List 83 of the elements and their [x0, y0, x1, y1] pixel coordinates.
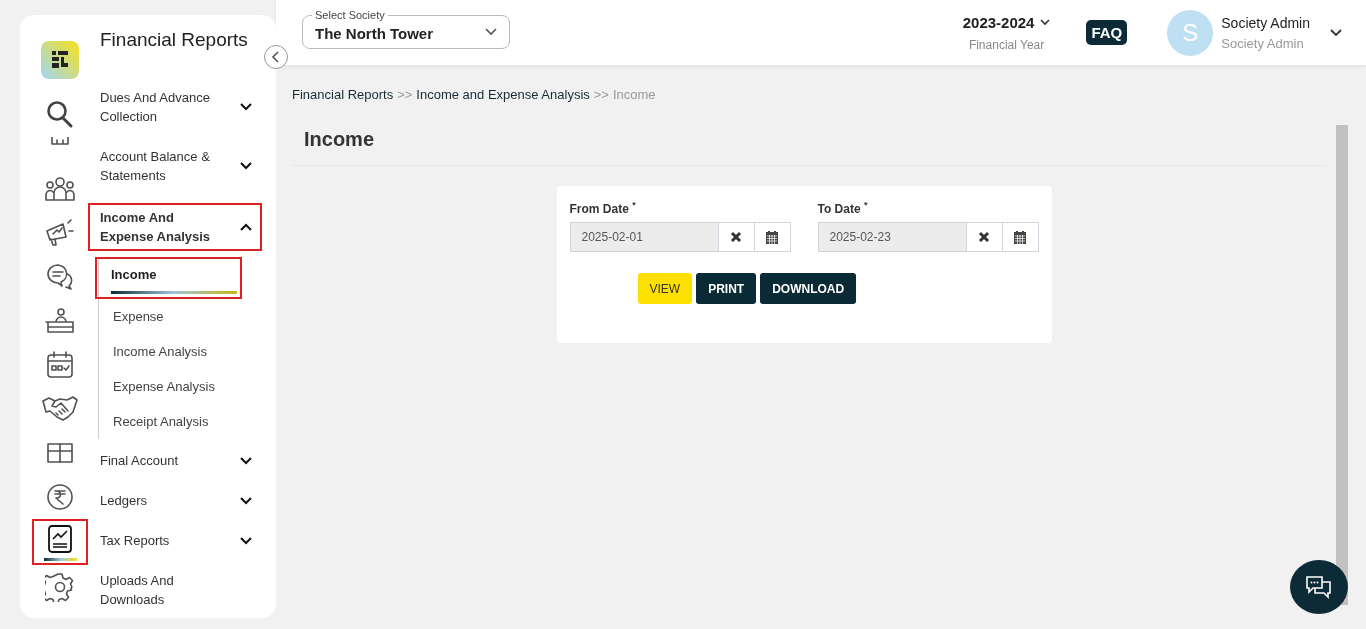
- chat-button[interactable]: [1290, 560, 1348, 614]
- breadcrumb-current: Income: [612, 87, 656, 102]
- menu-group[interactable]: Ledgers: [100, 491, 260, 510]
- submenu-label: Receipt Analysis: [113, 414, 209, 429]
- menu-group[interactable]: Account Balance & Statements: [100, 147, 260, 185]
- select-value: The North Tower: [315, 23, 434, 42]
- menu-group-label: Uploads And Downloads: [100, 572, 175, 609]
- select-label: Select Society: [312, 8, 388, 21]
- search-icon: [46, 100, 74, 130]
- rail-button[interactable]: [32, 519, 88, 565]
- close-icon: [978, 231, 990, 243]
- breadcrumb-separator: >>: [397, 87, 413, 102]
- submenu-label: Income: [111, 267, 157, 282]
- menu-group[interactable]: Dues And Advance Collection: [100, 88, 260, 126]
- field-label: To Date $^{*}$: [817, 200, 869, 216]
- chevron-left-icon: [271, 51, 281, 63]
- action-button[interactable]: PRINT: [696, 273, 757, 304]
- breadcrumb-separator: >>: [593, 87, 609, 102]
- caret-down-icon: [240, 496, 252, 505]
- caret-up-icon: [240, 223, 252, 231]
- submenu-item[interactable]: Expense Analysis: [99, 369, 239, 404]
- submenu-item[interactable]: Income Analysis: [99, 334, 239, 369]
- active-underline: [43, 557, 77, 561]
- menu-group-label: Ledgers: [100, 492, 148, 510]
- submenu-item[interactable]: Receipt Analysis: [99, 404, 239, 439]
- menu-group-label: Income And Expense Analysis: [100, 209, 212, 246]
- breadcrumb-link[interactable]: Financial Reports: [292, 87, 394, 102]
- chevron-down-icon: [485, 27, 497, 36]
- calendar-button[interactable]: [754, 222, 791, 252]
- menu-group-label: Dues And Advance Collection: [100, 89, 211, 126]
- chevron-down-icon[interactable]: [1330, 28, 1342, 37]
- rupee-icon: [46, 483, 74, 511]
- collapse-button[interactable]: [264, 45, 288, 69]
- caret-down-icon: [240, 103, 252, 111]
- people-icon: [45, 176, 75, 202]
- menu-group-label: Account Balance & Statements: [100, 148, 211, 185]
- menu-group[interactable]: Tax Reports: [100, 531, 260, 550]
- calendar-button[interactable]: [1002, 222, 1039, 252]
- avatar: S: [1167, 9, 1214, 56]
- submenu-label: Expense Analysis: [113, 379, 215, 394]
- menu-title: Financial Reports: [100, 28, 249, 52]
- action-button[interactable]: VIEW: [637, 273, 693, 304]
- caret-down-icon: [240, 456, 252, 465]
- logo-icon: [41, 41, 79, 79]
- calendar-icon: [1014, 230, 1026, 244]
- caret-down-icon: [240, 162, 252, 170]
- menu-group-label: Final Account: [100, 452, 180, 470]
- menu-group-label: Tax Reports: [100, 532, 171, 550]
- year-caption: Financial Year: [968, 37, 1045, 52]
- handshake-icon: [42, 396, 78, 422]
- clear-button[interactable]: [966, 222, 1003, 252]
- year-selector[interactable]: 2023-2024: [962, 13, 1035, 31]
- menu-group[interactable]: Income And Expense Analysis: [88, 203, 262, 251]
- submenu-item[interactable]: Expense: [99, 299, 239, 334]
- clear-button[interactable]: [718, 222, 755, 252]
- submenu-item[interactable]: Income: [95, 257, 242, 299]
- building-icon: [51, 137, 69, 145]
- caret-down-icon: [240, 536, 252, 545]
- chevron-down-icon: [1040, 18, 1051, 26]
- field-label: From Date $^{*}$: [569, 200, 637, 216]
- menu-group[interactable]: Uploads And Downloads: [100, 571, 260, 609]
- page-title: Income: [292, 102, 1326, 166]
- chat-bubbles-icon: [46, 263, 74, 291]
- faq-button[interactable]: FAQ: [1086, 20, 1128, 45]
- breadcrumb-link[interactable]: Income and Expense Analysis: [416, 87, 590, 102]
- scrollbar[interactable]: [1336, 125, 1348, 605]
- megaphone-icon: [44, 219, 76, 247]
- user-name: Society Admin: [1221, 14, 1310, 31]
- submenu-label: Expense: [113, 309, 164, 324]
- menu-group[interactable]: Final Account: [100, 451, 260, 470]
- action-button[interactable]: DOWNLOAD: [760, 273, 857, 304]
- user-role: Society Admin: [1221, 35, 1305, 51]
- person-at-desk-icon: [45, 307, 75, 335]
- chat-bubbles-icon: [1304, 574, 1334, 600]
- calendar-icon: [46, 351, 74, 379]
- calendar-icon: [766, 230, 778, 244]
- report-chart-icon: [47, 523, 73, 554]
- submenu-label: Income Analysis: [113, 344, 207, 359]
- date-field[interactable]: 2025-02-01: [569, 222, 719, 252]
- close-icon: [730, 231, 742, 243]
- settings-icon: [45, 572, 75, 602]
- box-icon: [46, 442, 74, 464]
- date-field[interactable]: 2025-02-23: [817, 222, 967, 252]
